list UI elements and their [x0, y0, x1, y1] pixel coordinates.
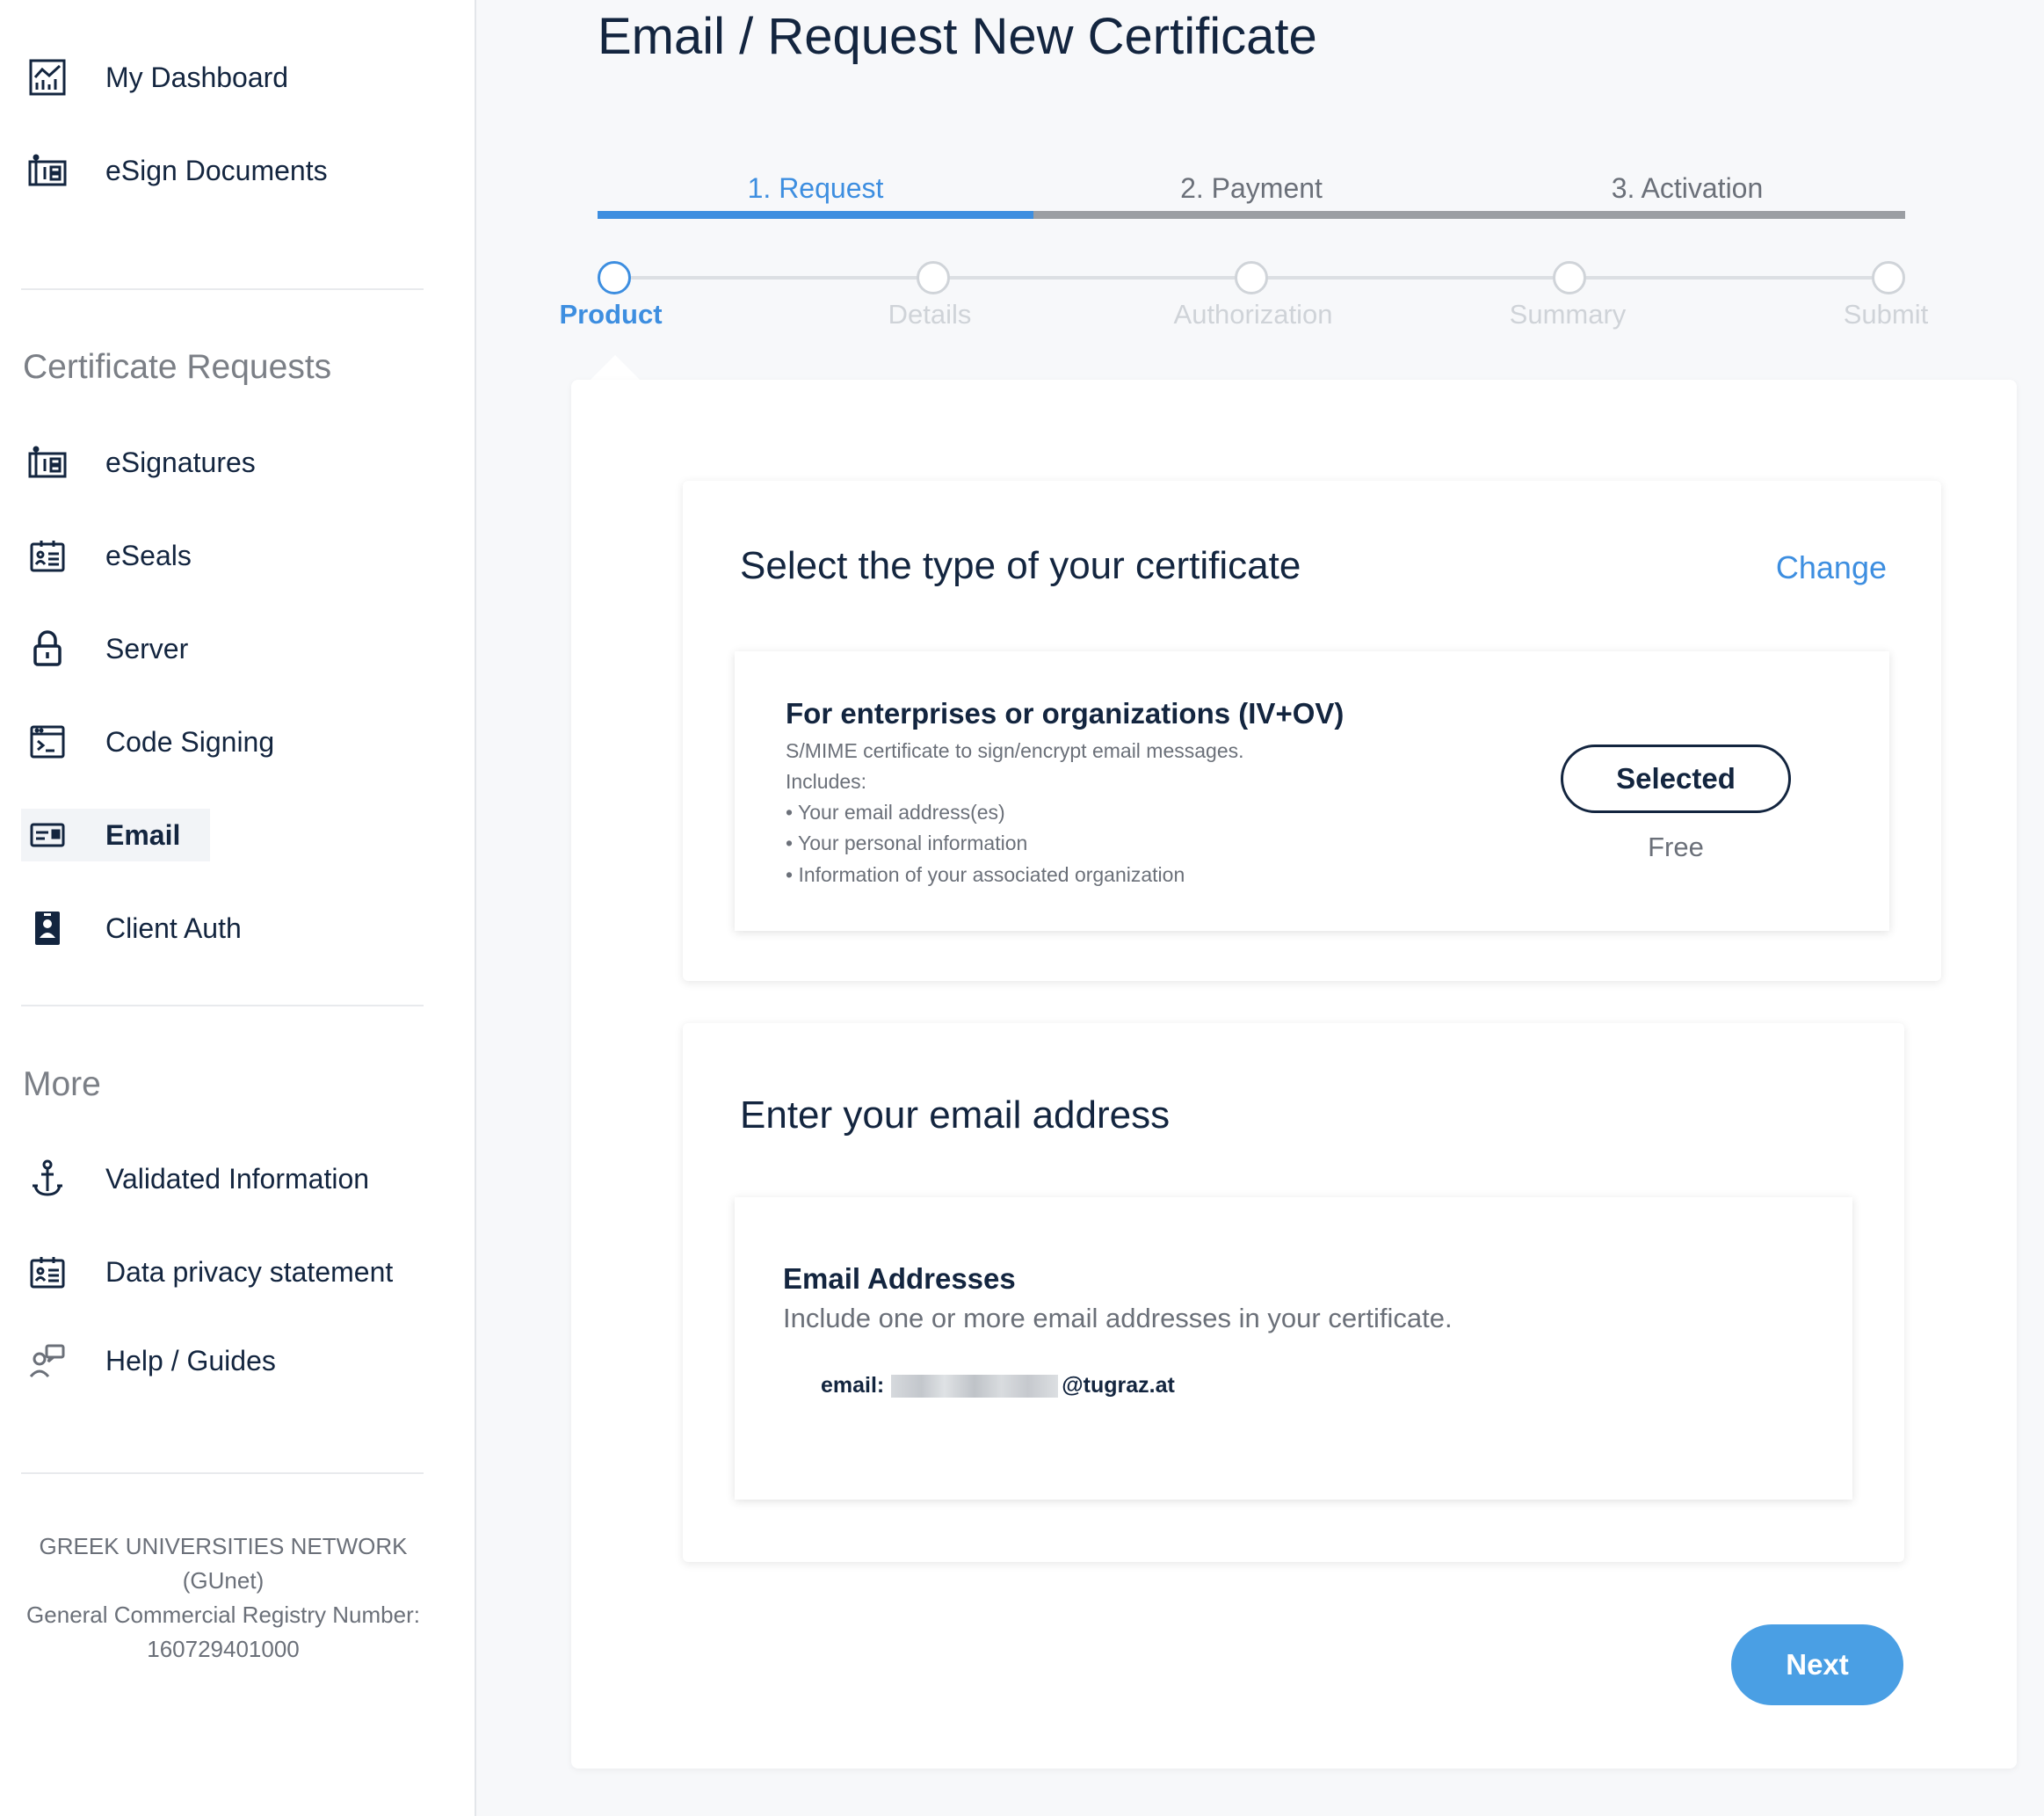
footer-registry-number: 160729401000: [147, 1636, 300, 1662]
sidebar-item-eseals[interactable]: eSeals: [21, 529, 192, 582]
sidebar-item-server[interactable]: Server: [21, 622, 188, 675]
email-section-title: Enter your email address: [740, 1093, 1171, 1137]
badge-icon: [21, 902, 74, 955]
sidebar-item-data-privacy-statement[interactable]: Data privacy statement: [21, 1246, 393, 1298]
sidebar-item-label: eSignatures: [105, 446, 256, 478]
section-title-more: More: [23, 1065, 101, 1103]
email-addresses-title: Email Addresses: [783, 1262, 1016, 1295]
sidebar-item-label: Validated Information: [105, 1162, 370, 1195]
step-label-product[interactable]: Product: [559, 299, 662, 331]
sidebar-item-label: Code Signing: [105, 725, 275, 758]
person-anchor-icon: [21, 1152, 74, 1205]
product-include-item: • Information of your associated organiz…: [786, 863, 1185, 886]
sidebar-footer: GREEK UNIVERSITIES NETWORK (GUnet) Gener…: [21, 1529, 425, 1667]
email-addresses-card: Email Addresses Include one or more emai…: [735, 1197, 1852, 1500]
sidebar-item-label: Server: [105, 632, 189, 665]
product-price: Free: [1648, 832, 1704, 862]
sidebar-item-label: Help / Guides: [105, 1344, 276, 1377]
product-include-item: • Your email address(es): [786, 801, 1005, 824]
sidebar-item-label: eSign Documents: [105, 154, 328, 186]
esign-icon: [21, 436, 74, 489]
product-include-item: • Your personal information: [786, 832, 1028, 854]
email-entry[interactable]: email: @tugraz.at: [821, 1373, 1175, 1398]
sidebar-item-esignatures[interactable]: eSignatures: [21, 436, 256, 489]
seal-card-icon: [21, 529, 74, 582]
step-label-summary[interactable]: Summary: [1510, 299, 1627, 331]
product-card: For enterprises or organizations (IV+OV)…: [735, 651, 1889, 931]
sidebar: My Dashboard eSign Documents Certificate…: [0, 0, 476, 1816]
product-title: For enterprises or organizations (IV+OV): [786, 697, 1345, 730]
email-panel: Enter your email address Email Addresses…: [683, 1023, 1904, 1562]
sidebar-divider: [21, 1472, 424, 1474]
sidebar-item-email[interactable]: Email: [21, 809, 211, 861]
dashboard-icon: [21, 51, 74, 104]
page-title: Email / Request New Certificate: [598, 8, 1317, 65]
step-dot-summary[interactable]: [1553, 261, 1586, 294]
certificate-type-title: Select the type of your certificate: [740, 544, 1301, 587]
sidebar-item-esign-documents[interactable]: eSign Documents: [21, 144, 328, 197]
sidebar-item-code-signing[interactable]: Code Signing: [21, 716, 274, 768]
step-dot-details[interactable]: [917, 261, 950, 294]
footer-registry-label: General Commercial Registry Number:: [26, 1602, 420, 1628]
step-pointer: [591, 355, 640, 380]
email-domain: @tugraz.at: [1062, 1373, 1175, 1398]
lock-icon: [21, 622, 74, 675]
sidebar-item-label: eSeals: [105, 539, 192, 571]
product-description: S/MIME certificate to sign/encrypt email…: [786, 739, 1244, 762]
sidebar-item-validated-information[interactable]: Validated Information: [21, 1152, 369, 1205]
change-link[interactable]: Change: [1776, 549, 1887, 586]
sidebar-divider: [21, 288, 424, 290]
sidebar-item-my-dashboard[interactable]: My Dashboard: [21, 51, 288, 104]
phase-tab-request[interactable]: 1. Request: [598, 172, 1033, 205]
sidebar-item-help-guides[interactable]: Help / Guides: [21, 1334, 276, 1387]
sidebar-item-label: Client Auth: [105, 912, 242, 944]
phase-tab-payment[interactable]: 2. Payment: [1033, 172, 1469, 205]
sidebar-item-label: Email: [105, 818, 181, 851]
next-button[interactable]: Next: [1731, 1624, 1903, 1705]
step-label-details[interactable]: Details: [888, 299, 972, 331]
step-dot-authorization[interactable]: [1235, 261, 1268, 294]
help-person-icon: [21, 1334, 74, 1387]
step-dot-product[interactable]: [598, 261, 631, 294]
esign-icon: [21, 144, 74, 197]
redacted-email-local-part: [891, 1374, 1059, 1398]
seal-card-icon: [21, 1246, 74, 1298]
step-dot-submit[interactable]: [1872, 261, 1905, 294]
sidebar-item-client-auth[interactable]: Client Auth: [21, 902, 242, 955]
step-label-authorization[interactable]: Authorization: [1174, 299, 1333, 331]
footer-org-abbrev: (GUnet): [182, 1567, 265, 1594]
selected-button[interactable]: Selected: [1561, 745, 1791, 813]
phase-progress-fill: [598, 211, 1033, 219]
sidebar-item-label: Data privacy statement: [105, 1255, 394, 1288]
sidebar-divider: [21, 1005, 424, 1006]
email-label: email:: [821, 1373, 885, 1398]
terminal-icon: [21, 716, 74, 768]
phase-tab-activation[interactable]: 3. Activation: [1469, 172, 1905, 205]
footer-org-name: GREEK UNIVERSITIES NETWORK: [39, 1533, 408, 1559]
product-includes-label: Includes:: [786, 770, 867, 793]
section-title-certificate-requests: Certificate Requests: [23, 348, 332, 386]
email-addresses-description: Include one or more email addresses in y…: [783, 1303, 1453, 1333]
sidebar-item-label: My Dashboard: [105, 61, 289, 93]
email-card-icon: [21, 809, 74, 861]
phase-progress-bar: [598, 211, 1905, 219]
certificate-type-panel: Select the type of your certificate Chan…: [683, 481, 1941, 981]
step-label-submit[interactable]: Submit: [1844, 299, 1928, 331]
